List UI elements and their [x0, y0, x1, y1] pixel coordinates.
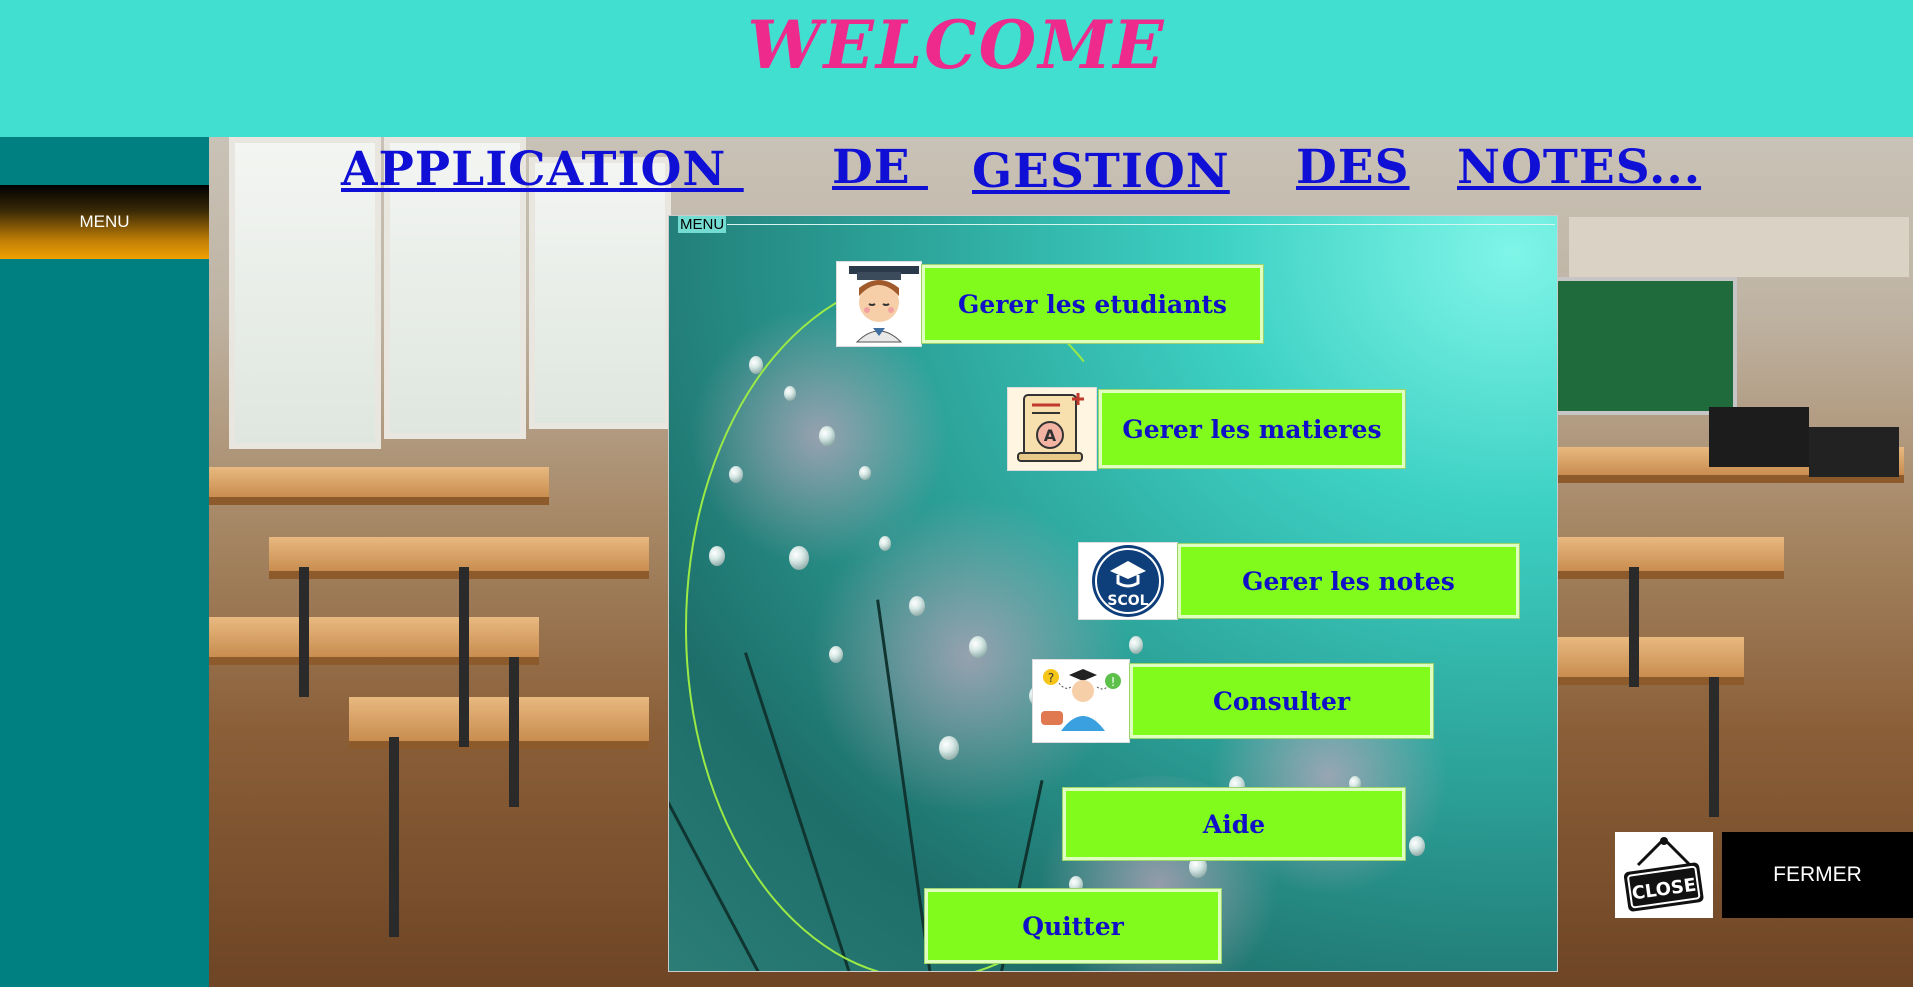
title-word-des: DES — [1296, 140, 1410, 195]
welcome-title: WELCOME — [747, 6, 1166, 84]
app-title: APPLICATION DE GESTION DES NOTES... — [0, 140, 1913, 202]
title-word-notes: NOTES... — [1457, 140, 1702, 195]
title-word-application: APPLICATION — [341, 142, 744, 197]
menu-item-quit: Quitter — [925, 889, 1221, 963]
sidebar — [0, 137, 209, 987]
menu-item-students: Gerer les etudiants — [836, 261, 1263, 347]
consult-button[interactable]: Consulter — [1130, 664, 1433, 738]
manage-students-button[interactable]: Gerer les etudiants — [922, 265, 1263, 343]
help-button[interactable]: Aide — [1063, 788, 1405, 860]
close-sign-icon[interactable]: CLOSE — [1615, 832, 1713, 918]
decorative-ellipse — [685, 276, 1169, 971]
menu-item-subjects: A Gerer les matieres — [1007, 387, 1405, 471]
manage-grades-button[interactable]: Gerer les notes — [1178, 544, 1519, 618]
consult-person-icon: ? ! — [1032, 659, 1130, 743]
menu-item-help: Aide — [1063, 788, 1405, 860]
diploma-certificate-icon: A — [1007, 387, 1097, 471]
quit-button[interactable]: Quitter — [925, 889, 1221, 963]
student-graduate-icon — [836, 261, 922, 347]
scol-logo-text: SCOL — [1107, 593, 1148, 609]
svg-text:A: A — [1044, 426, 1057, 445]
menu-item-consult: ? ! Consulter — [1032, 659, 1433, 743]
menu-item-grades: SCOL Gerer les notes — [1078, 542, 1519, 620]
menu-panel: MENU Gerer les etudiants A Gerer les mat… — [668, 215, 1558, 972]
menu-panel-legend: MENU — [678, 216, 727, 233]
scol-logo-icon: SCOL — [1078, 542, 1178, 620]
manage-subjects-button[interactable]: Gerer les matieres — [1099, 390, 1405, 468]
title-word-gestion: GESTION — [972, 144, 1230, 199]
svg-text:?: ? — [1048, 671, 1054, 685]
title-word-de: DE — [832, 140, 928, 195]
fermer-button[interactable]: FERMER — [1722, 832, 1913, 918]
svg-text:!: ! — [1111, 675, 1116, 689]
header-bar: WELCOME — [0, 0, 1913, 137]
